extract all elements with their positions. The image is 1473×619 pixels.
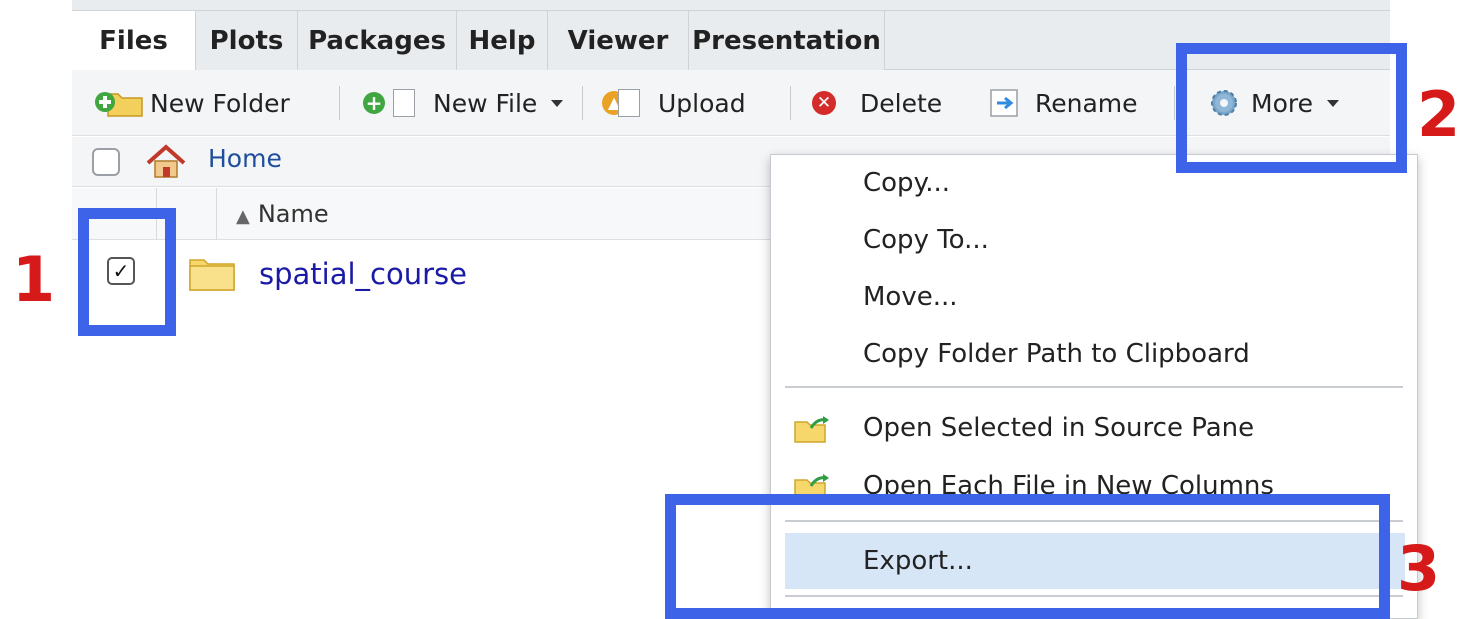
tab-plots[interactable]: Plots bbox=[196, 11, 298, 70]
new-file-button[interactable]: + New File bbox=[363, 70, 564, 136]
select-all-checkbox[interactable] bbox=[92, 148, 120, 176]
sort-ascending-icon: ▲ bbox=[236, 206, 250, 227]
annotation-number-2: 2 bbox=[1417, 78, 1461, 151]
delete-label: Delete bbox=[860, 88, 943, 118]
annotation-box-1 bbox=[78, 208, 176, 336]
new-folder-label: New Folder bbox=[150, 88, 290, 118]
new-folder-button[interactable]: New Folder bbox=[94, 70, 290, 136]
breadcrumb-home-link[interactable]: Home bbox=[208, 144, 282, 173]
annotation-box-3 bbox=[665, 494, 1390, 619]
tab-presentation[interactable]: Presentation bbox=[689, 11, 885, 70]
annotation-number-1: 1 bbox=[12, 243, 56, 316]
blank-file-icon bbox=[618, 89, 640, 117]
upload-label: Upload bbox=[658, 88, 746, 118]
tab-packages[interactable]: Packages bbox=[298, 11, 457, 70]
delete-icon: ✕ bbox=[812, 91, 836, 115]
folder-arrow-icon bbox=[793, 414, 833, 444]
column-header-name[interactable]: ▲ Name bbox=[236, 200, 329, 228]
folder-icon bbox=[188, 254, 236, 292]
tab-viewer[interactable]: Viewer bbox=[548, 11, 689, 70]
menu-item-copy-to[interactable]: Copy To... bbox=[771, 212, 1417, 268]
menu-divider bbox=[785, 386, 1403, 388]
rename-icon bbox=[989, 88, 1023, 118]
tab-files[interactable]: Files bbox=[72, 11, 196, 71]
blank-file-icon bbox=[393, 89, 415, 117]
add-icon: + bbox=[363, 92, 385, 114]
home-icon[interactable] bbox=[144, 143, 188, 181]
rename-label: Rename bbox=[1035, 88, 1138, 118]
menu-item-open-selected[interactable]: Open Selected in Source Pane bbox=[771, 400, 1417, 456]
new-folder-icon bbox=[94, 88, 146, 118]
rename-button[interactable]: Rename bbox=[989, 70, 1138, 136]
chevron-down-icon bbox=[551, 99, 564, 107]
delete-button[interactable]: ✕ Delete bbox=[812, 70, 942, 136]
file-name-link[interactable]: spatial_course bbox=[259, 257, 467, 291]
new-file-label: New File bbox=[433, 88, 538, 118]
menu-item-move[interactable]: Move... bbox=[771, 269, 1417, 325]
tab-help[interactable]: Help bbox=[457, 11, 548, 70]
annotation-number-3: 3 bbox=[1397, 532, 1441, 605]
annotation-box-2 bbox=[1176, 43, 1407, 173]
menu-item-copy-folder-path[interactable]: Copy Folder Path to Clipboard bbox=[771, 326, 1417, 382]
upload-button[interactable]: ▲ Upload bbox=[602, 70, 746, 136]
